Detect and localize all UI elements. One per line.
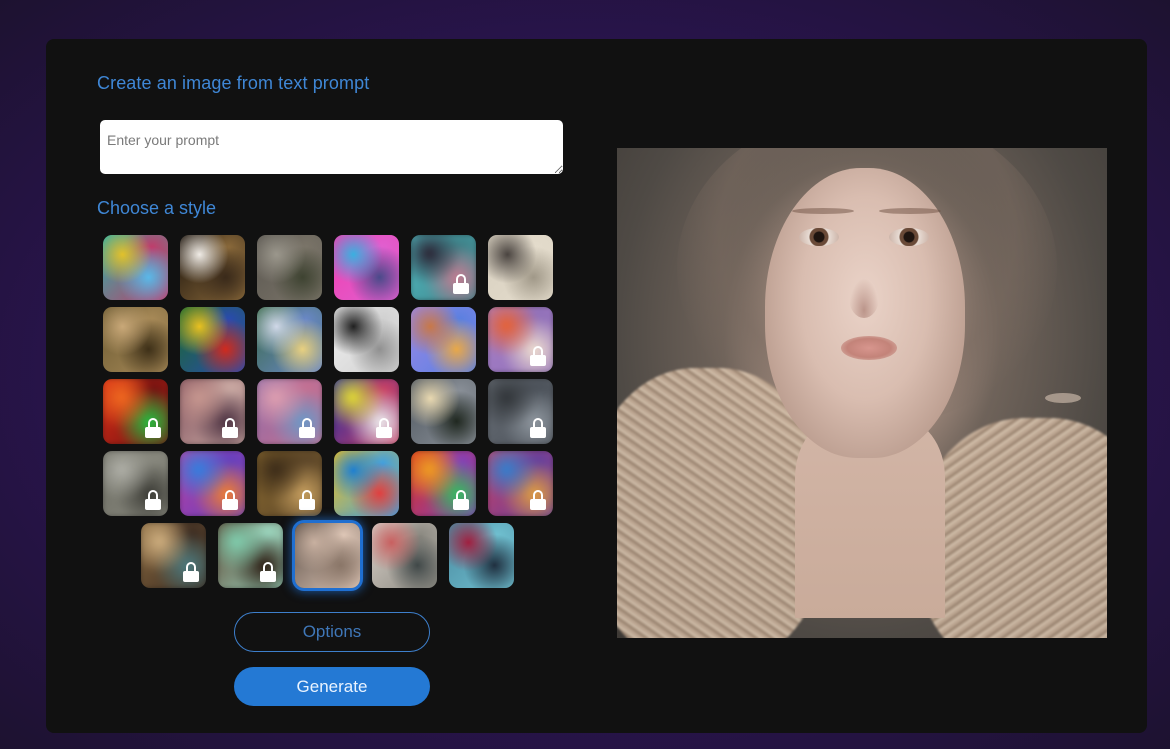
style-tile-cyber-portrait[interactable] <box>449 523 514 588</box>
lock-icon <box>299 490 315 510</box>
style-tile-pop-art[interactable] <box>334 379 399 444</box>
style-tile-psychedelic-face[interactable] <box>488 451 553 516</box>
style-tile-modern-house[interactable] <box>411 379 476 444</box>
style-thumbnail <box>488 235 553 300</box>
style-thumbnail <box>411 379 476 444</box>
lock-icon <box>222 490 238 510</box>
generator-panel: Create an image from text prompt Choose … <box>46 39 1147 733</box>
style-tile-neon-rabbit[interactable] <box>180 451 245 516</box>
style-tile-folk-flowers[interactable] <box>180 307 245 372</box>
image-eye-right <box>889 228 929 246</box>
style-tile-fantasy-warrior[interactable] <box>141 523 206 588</box>
generate-button[interactable]: Generate <box>234 667 430 706</box>
style-thumbnail <box>334 451 399 516</box>
prompt-input[interactable] <box>100 120 563 174</box>
lock-icon <box>530 490 546 510</box>
style-thumbnail <box>295 523 360 588</box>
lock-icon <box>530 346 546 366</box>
page-title: Create an image from text prompt <box>97 73 370 93</box>
lock-icon <box>530 418 546 438</box>
style-tile-vintage-woman[interactable] <box>180 379 245 444</box>
style-tile-renaissance-portrait[interactable] <box>103 307 168 372</box>
style-section-label: Choose a style <box>97 198 217 218</box>
lock-icon <box>453 490 469 510</box>
style-tile-neon-skull[interactable] <box>103 379 168 444</box>
style-tile-camouflage[interactable] <box>103 451 168 516</box>
style-tile-panda[interactable] <box>180 235 245 300</box>
lock-icon <box>299 418 315 438</box>
style-thumbnail <box>180 307 245 372</box>
style-tile-oil-painting[interactable] <box>257 451 322 516</box>
style-tile-neon-dragon[interactable] <box>411 451 476 516</box>
style-thumbnail <box>411 307 476 372</box>
style-thumbnail <box>103 235 168 300</box>
lock-icon <box>453 274 469 294</box>
lock-icon <box>376 418 392 438</box>
lock-icon <box>260 562 276 582</box>
lock-icon <box>145 418 161 438</box>
style-tile-anime-girl[interactable] <box>411 235 476 300</box>
style-tile-victorian-engraving[interactable] <box>488 235 553 300</box>
options-button[interactable]: Options <box>234 612 430 652</box>
image-bird <box>1045 393 1081 403</box>
style-tile-dark-cloud[interactable] <box>488 379 553 444</box>
style-thumbnail <box>103 307 168 372</box>
style-tile-fox-3d[interactable] <box>488 307 553 372</box>
style-tile-isometric-room[interactable] <box>411 307 476 372</box>
style-thumbnail <box>372 523 437 588</box>
image-lace-right <box>917 418 1107 638</box>
style-tile-impressionist-dancers[interactable] <box>257 307 322 372</box>
image-brow-right <box>879 208 941 214</box>
image-lips <box>841 336 897 360</box>
style-tile-teal-abstract[interactable] <box>218 523 283 588</box>
image-eye-left <box>799 228 839 246</box>
style-tile-misty-forest[interactable] <box>257 235 322 300</box>
generated-image <box>617 148 1107 638</box>
style-tile-icon-grid[interactable] <box>334 451 399 516</box>
image-brow-left <box>792 208 854 214</box>
style-tile-ethereal-portrait[interactable] <box>295 523 360 588</box>
lock-icon <box>145 490 161 510</box>
style-tile-abstract-paint[interactable] <box>103 235 168 300</box>
image-nose <box>849 278 879 318</box>
lock-icon <box>222 418 238 438</box>
style-thumbnail <box>257 307 322 372</box>
style-thumbnail <box>180 235 245 300</box>
style-thumbnail <box>334 307 399 372</box>
style-tile-neon-robot[interactable] <box>334 235 399 300</box>
lock-icon <box>183 562 199 582</box>
style-tile-op-art-cup[interactable] <box>334 307 399 372</box>
style-thumbnail <box>334 235 399 300</box>
style-thumbnail <box>449 523 514 588</box>
style-tile-pastel-clouds[interactable] <box>257 379 322 444</box>
style-tile-ink-watercolor[interactable] <box>372 523 437 588</box>
style-thumbnail <box>257 235 322 300</box>
